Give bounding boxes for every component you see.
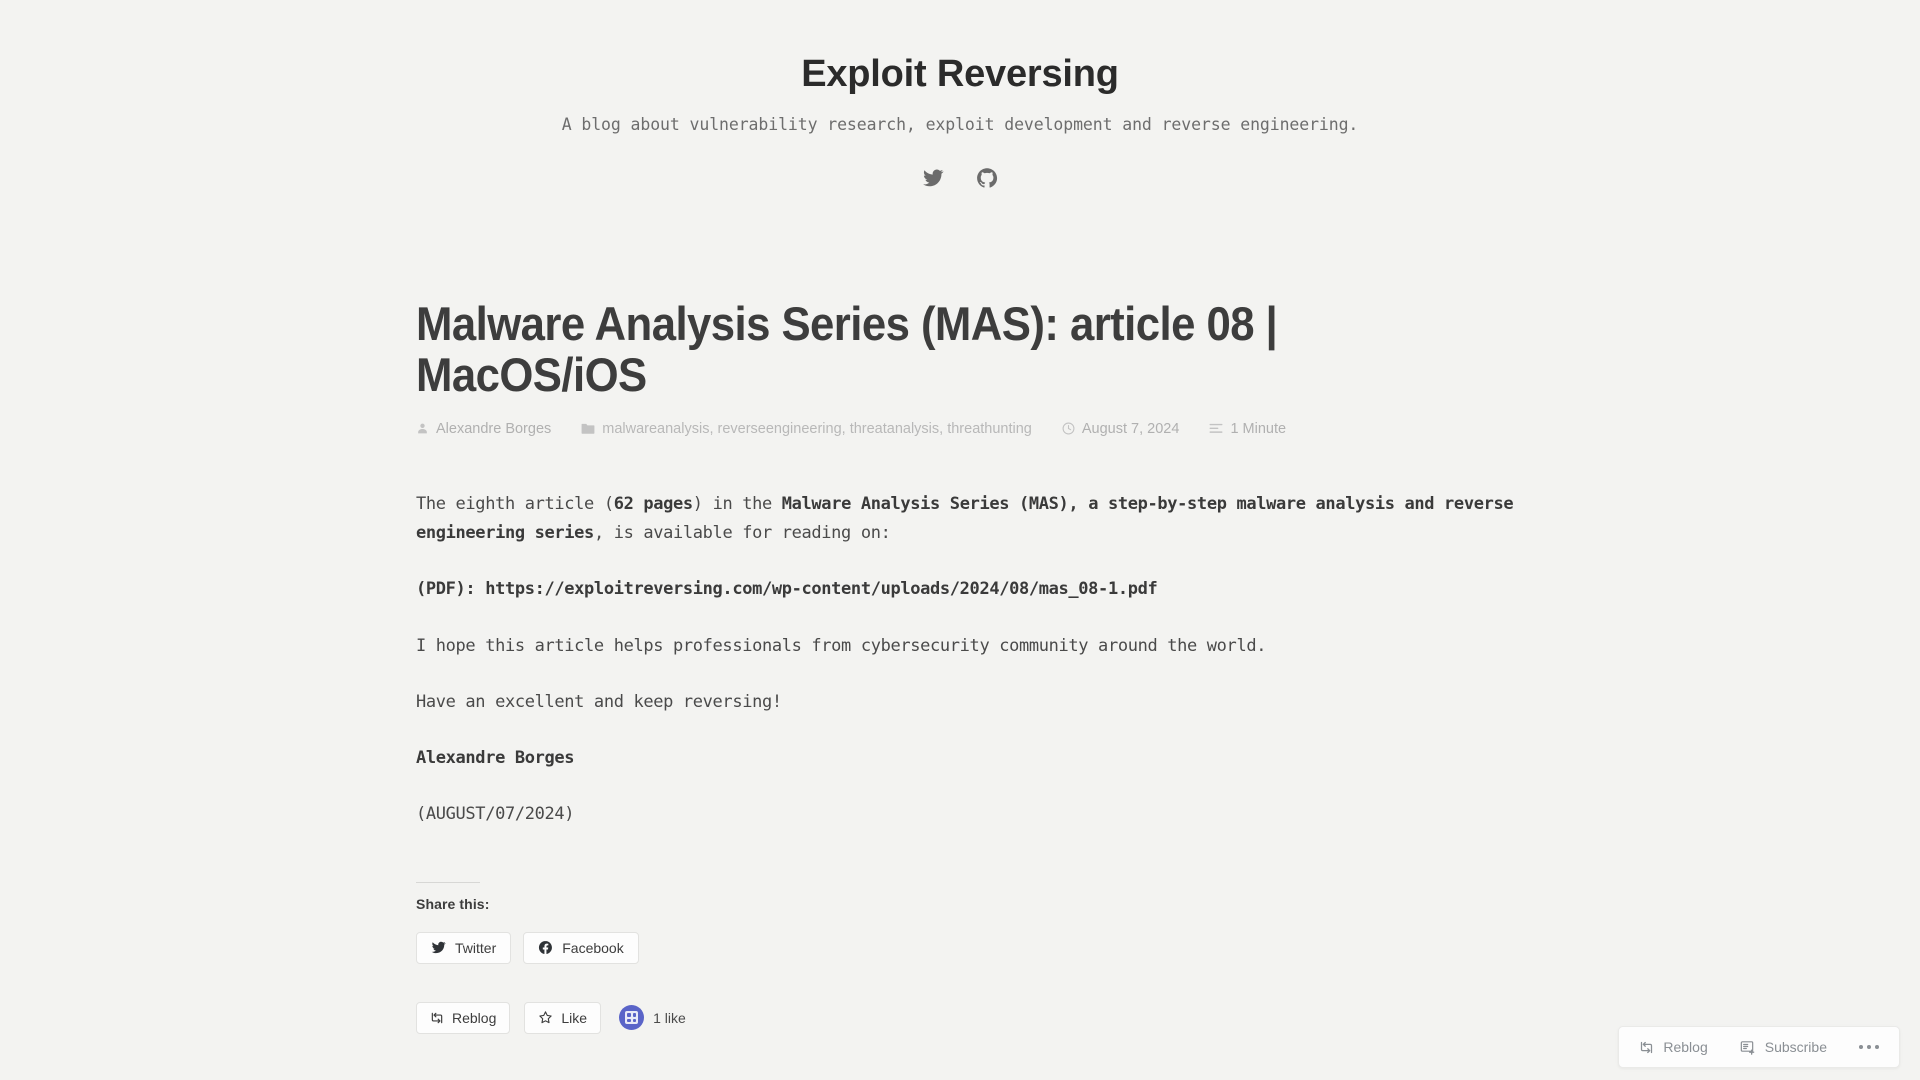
meta-date[interactable]: August 7, 2024 — [1062, 420, 1180, 437]
like-count: 1 like — [653, 1009, 686, 1026]
github-icon[interactable] — [975, 166, 999, 190]
post-date: August 7, 2024 — [1081, 420, 1180, 437]
entry-content: The eighth article (62 pages) in the Mal… — [416, 490, 1521, 830]
facebook-icon — [538, 940, 553, 955]
twitter-icon[interactable] — [921, 166, 945, 190]
social-links — [0, 166, 1920, 190]
paragraph-closing: Have an excellent and keep reversing! — [416, 691, 782, 712]
share-divider — [416, 881, 480, 883]
likers-group: 1 like — [619, 1005, 686, 1031]
dot — [1859, 1045, 1863, 1049]
intro-part-2: ) in the — [692, 493, 782, 514]
avatar-glyph — [625, 1011, 639, 1025]
main-content: Malware Analysis Series (MAS): article 0… — [392, 296, 1528, 1034]
meta-reading-time: 1 Minute — [1209, 421, 1286, 437]
twitter-icon — [431, 940, 446, 955]
author-signature: Alexandre Borges — [416, 748, 575, 769]
reblog-icon — [1639, 1040, 1654, 1055]
folder-icon — [581, 422, 595, 435]
paragraph-intro: The eighth article (62 pages) in the Mal… — [416, 490, 1521, 548]
share-heading: Share this: — [416, 895, 490, 912]
like-button[interactable]: Like — [524, 1001, 602, 1034]
person-icon — [416, 422, 429, 435]
intro-part-3: , is available for reading on: — [593, 523, 891, 544]
reblog-label: Reblog — [452, 1009, 497, 1026]
reblog-icon — [430, 1011, 444, 1025]
dot — [1875, 1045, 1879, 1049]
wp-more-options-button[interactable] — [1843, 1027, 1895, 1067]
site-tagline: A blog about vulnerability research, exp… — [561, 114, 1359, 134]
intro-part-1: The eighth article ( — [416, 493, 614, 514]
clock-icon — [1062, 422, 1075, 435]
page-title: Malware Analysis Series (MAS): article 0… — [416, 296, 1278, 402]
share-facebook-label: Facebook — [562, 939, 624, 956]
share-facebook-button[interactable]: Facebook — [523, 931, 639, 964]
entry-header: Malware Analysis Series (MAS): article 0… — [416, 296, 1528, 437]
wp-reblog-label: Reblog — [1663, 1039, 1708, 1055]
wp-reblog-button[interactable]: Reblog — [1623, 1027, 1723, 1067]
share-twitter-label: Twitter — [455, 939, 497, 956]
author-name: Alexandre Borges — [436, 420, 552, 437]
paragraph-hope: I hope this article helps professionals … — [416, 635, 1267, 656]
reblog-button[interactable]: Reblog — [416, 1001, 511, 1034]
like-label: Like — [561, 1009, 588, 1026]
site-header: Exploit Reversing A blog about vulnerabi… — [0, 0, 1920, 190]
share-twitter-button[interactable]: Twitter — [416, 931, 512, 964]
intro-bold-pages: 62 pages — [613, 493, 693, 514]
signature-date: (AUGUST/07/2024) — [416, 804, 575, 825]
dot — [1867, 1045, 1871, 1049]
wp-subscribe-label: Subscribe — [1764, 1039, 1827, 1055]
wp-subscribe-button[interactable]: Subscribe — [1724, 1027, 1843, 1067]
wordpress-admin-bar: Reblog Subscribe — [1618, 1026, 1900, 1068]
reading-time: 1 Minute — [1230, 420, 1287, 437]
category-list: malwareanalysis, reverseengineering, thr… — [602, 420, 1032, 437]
share-buttons: Twitter Facebook — [416, 931, 1528, 964]
star-icon — [538, 1010, 553, 1025]
share-section: Share this: Twitter Facebook — [416, 881, 1528, 964]
avatar[interactable] — [619, 1005, 645, 1031]
entry-meta: Alexandre Borges malwareanalysis, revers… — [416, 421, 1528, 437]
meta-categories[interactable]: malwareanalysis, reverseengineering, thr… — [581, 421, 1032, 437]
site-title[interactable]: Exploit Reversing — [0, 52, 1920, 98]
post-actions: Reblog Like 1 like — [416, 1001, 1528, 1034]
pdf-link-line[interactable]: (PDF): https://exploitreversing.com/wp-c… — [416, 575, 1521, 604]
meta-author[interactable]: Alexandre Borges — [416, 421, 551, 437]
reading-time-icon — [1209, 422, 1223, 435]
subscribe-icon — [1740, 1040, 1756, 1055]
